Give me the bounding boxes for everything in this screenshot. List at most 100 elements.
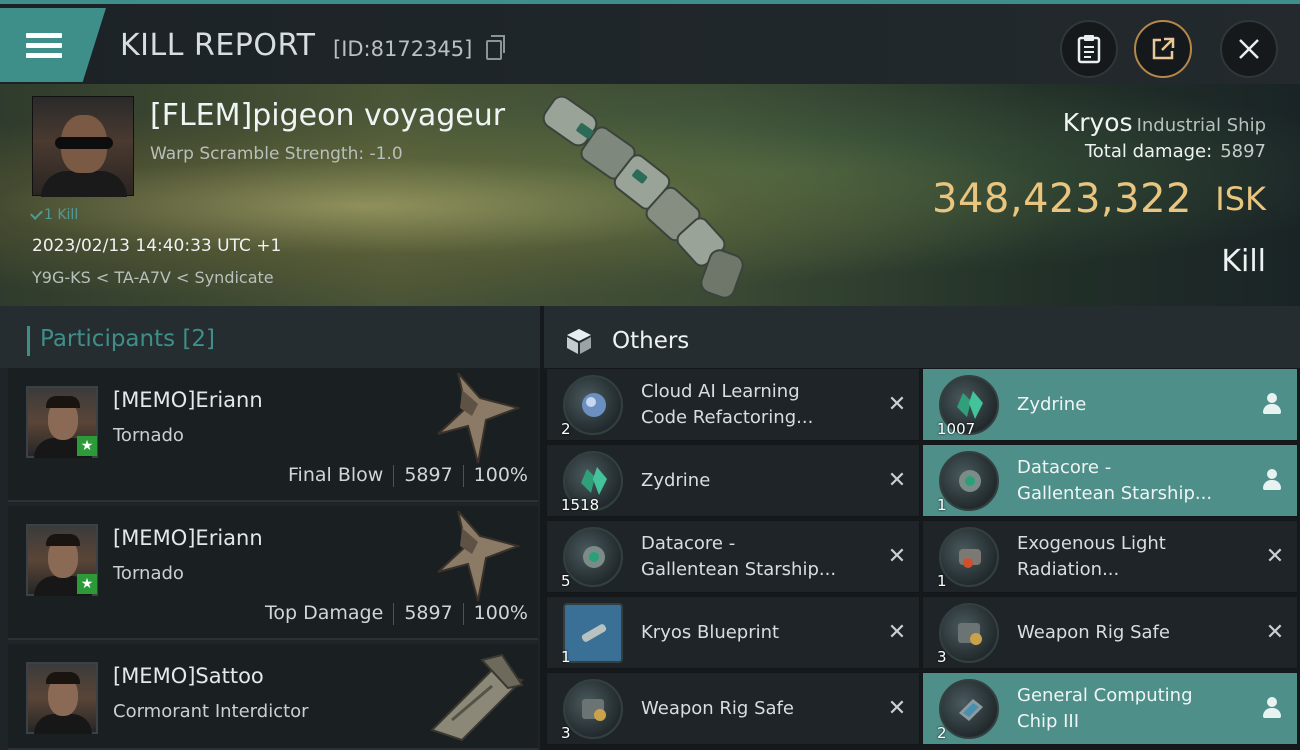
header-bar: KILL REPORT [ID:8172345]	[0, 0, 1300, 84]
participant-stats: Top Damage 5897 100%	[265, 602, 528, 625]
item-row[interactable]: 1 Datacore - Gallentean Starship...	[922, 444, 1298, 517]
item-name: Weapon Rig Safe	[641, 698, 794, 719]
victim-name[interactable]: [FLEM]pigeon voyageur	[150, 98, 505, 133]
total-damage: Total damage: 5897	[1084, 141, 1266, 162]
participant-row[interactable]: [MEMO]Sattoo Cormorant Interdictor	[8, 644, 538, 750]
victim-summary: [FLEM]pigeon voyageur Warp Scramble Stre…	[0, 84, 1300, 306]
item-quantity: 1007	[937, 420, 976, 438]
ai-code-icon	[582, 393, 606, 417]
close-icon[interactable]: ✕	[1265, 622, 1285, 644]
item-row[interactable]: 1 Exogenous Light Radiation... ✕	[922, 520, 1298, 593]
isk-label: ISK	[1215, 180, 1266, 218]
participant-ship: Tornado	[113, 563, 184, 584]
check-icon	[30, 207, 43, 220]
report-button[interactable]	[1060, 20, 1118, 78]
item-quantity: 1	[937, 496, 947, 514]
participant-ship-image	[437, 372, 522, 464]
item-icon	[563, 375, 623, 435]
item-quantity: 2	[561, 420, 571, 438]
share-button[interactable]	[1134, 20, 1192, 78]
item-name: Kryos Blueprint	[641, 622, 780, 643]
participant-name: [MEMO]Sattoo	[113, 664, 264, 688]
close-icon[interactable]: ✕	[887, 622, 907, 644]
safe-icon	[958, 623, 982, 645]
item-row[interactable]: 2 Cloud AI Learning Code Refactoring... ✕	[546, 368, 920, 441]
item-quantity: 1	[561, 648, 571, 666]
participants-header: Participants [2]	[0, 306, 540, 368]
item-quantity: 3	[937, 648, 947, 666]
item-row[interactable]: 2 General Computing Chip III	[922, 672, 1298, 745]
clipboard-icon	[1077, 35, 1101, 64]
item-quantity: 5	[561, 572, 571, 590]
isk-value: 348,423,322	[932, 176, 1192, 222]
item-name: Datacore - Gallentean Starship...	[1017, 457, 1213, 504]
participants-title[interactable]: Participants [2]	[40, 326, 215, 352]
chip-icon	[959, 699, 983, 721]
item-row[interactable]: 5 Datacore - Gallentean Starship... ✕	[546, 520, 920, 593]
participant-name: [MEMO]Eriann	[113, 388, 263, 412]
avatar[interactable]: ★	[26, 524, 98, 596]
item-name: Exogenous Light Radiation...	[1017, 533, 1166, 580]
participant-ship-image	[437, 510, 522, 602]
datacore-icon	[959, 470, 981, 492]
item-icon	[939, 679, 999, 739]
avatar[interactable]: ★	[26, 386, 98, 458]
item-name: Datacore - Gallentean Starship...	[641, 533, 837, 580]
kill-location[interactable]: Y9G-KS < TA-A7V < Syndicate	[32, 268, 274, 287]
item-quantity: 2	[937, 724, 947, 742]
blueprint-icon	[581, 624, 607, 642]
person-icon[interactable]	[1261, 697, 1283, 721]
radiation-icon	[959, 549, 981, 568]
share-icon	[1152, 37, 1175, 60]
participant-name: [MEMO]Eriann	[113, 526, 263, 550]
item-name: Weapon Rig Safe	[1017, 622, 1170, 643]
item-row[interactable]: 3 Weapon Rig Safe ✕	[546, 672, 920, 745]
others-header: Others	[544, 306, 1300, 368]
item-icon	[563, 603, 623, 663]
close-icon[interactable]: ✕	[887, 470, 907, 492]
item-quantity: 3	[561, 724, 571, 742]
close-button[interactable]	[1220, 20, 1278, 78]
star-icon: ★	[77, 574, 97, 594]
participant-stats: Final Blow 5897 100%	[288, 464, 528, 487]
item-row[interactable]: 1007 Zydrine	[922, 368, 1298, 441]
participants-panel: Participants [2] ★ [MEMO]Eriann Tornado …	[0, 306, 540, 750]
close-icon[interactable]: ✕	[1265, 546, 1285, 568]
participant-ship-image	[430, 653, 524, 742]
item-name: General Computing Chip III	[1017, 685, 1193, 732]
item-icon	[939, 451, 999, 511]
menu-button[interactable]	[0, 8, 106, 82]
victim-ship-image	[542, 95, 744, 299]
person-icon[interactable]	[1261, 393, 1283, 417]
avatar[interactable]	[26, 662, 98, 734]
participant-row[interactable]: ★ [MEMO]Eriann Tornado Final Blow 5897 100…	[8, 368, 538, 502]
close-icon[interactable]: ✕	[887, 698, 907, 720]
victim-portrait[interactable]	[32, 96, 134, 197]
cube-icon	[567, 329, 591, 354]
warp-scramble-strength: Warp Scramble Strength: -1.0	[150, 144, 403, 164]
participant-ship: Tornado	[113, 425, 184, 446]
item-icon	[939, 527, 999, 587]
others-panel: Others 2 Cloud AI Learning Code Refactori…	[544, 306, 1300, 750]
participant-row[interactable]: ★ [MEMO]Eriann Tornado Top Damage 5897 100…	[8, 506, 538, 640]
item-row[interactable]: 1518 Zydrine ✕	[546, 444, 920, 517]
item-row[interactable]: 1 Kryos Blueprint ✕	[546, 596, 920, 669]
kill-count: 1 Kill	[30, 207, 78, 223]
close-icon[interactable]: ✕	[887, 546, 907, 568]
others-title: Others	[612, 328, 690, 354]
item-icon	[563, 527, 623, 587]
report-id: [ID:8172345]	[333, 37, 473, 61]
crystal-icon	[581, 467, 607, 495]
item-quantity: 1	[937, 572, 947, 590]
star-icon: ★	[77, 436, 97, 456]
kill-timestamp: 2023/02/13 14:40:33 UTC +1	[32, 236, 282, 256]
copy-icon[interactable]	[486, 35, 505, 60]
close-icon	[1239, 39, 1259, 59]
person-icon[interactable]	[1261, 469, 1283, 493]
victim-ship[interactable]: Kryos Industrial Ship	[1063, 108, 1266, 137]
item-name: Cloud AI Learning Code Refactoring...	[641, 381, 814, 428]
participant-ship: Cormorant Interdictor	[113, 701, 309, 722]
hamburger-icon	[26, 28, 62, 63]
close-icon[interactable]: ✕	[887, 394, 907, 416]
item-row[interactable]: 3 Weapon Rig Safe ✕	[922, 596, 1298, 669]
